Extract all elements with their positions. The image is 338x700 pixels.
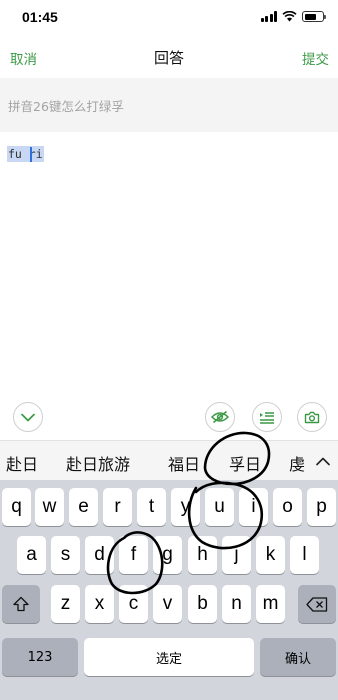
key-n[interactable]: n <box>222 585 251 623</box>
visibility-button[interactable] <box>205 402 235 432</box>
confirm-key[interactable]: 确认 <box>260 638 336 676</box>
key-b[interactable]: b <box>188 585 217 623</box>
key-t[interactable]: t <box>137 488 166 526</box>
space-key[interactable]: 选定 <box>84 638 254 676</box>
key-h[interactable]: h <box>188 536 217 574</box>
key-o[interactable]: o <box>273 488 302 526</box>
key-w[interactable]: w <box>35 488 64 526</box>
candidate-item[interactable]: 福日 <box>168 451 200 475</box>
key-a[interactable]: a <box>17 536 46 574</box>
status-time: 01:45 <box>22 9 58 25</box>
key-q[interactable]: q <box>2 488 31 526</box>
key-j[interactable]: j <box>222 536 251 574</box>
chevron-up-icon <box>316 457 330 465</box>
numbers-key[interactable]: 123 <box>2 638 78 676</box>
key-z[interactable]: z <box>51 585 80 623</box>
candidate-item[interactable]: 孚日 <box>229 451 261 475</box>
key-s[interactable]: s <box>51 536 80 574</box>
page-title: 回答 <box>153 49 184 67</box>
expand-candidates-button[interactable] <box>308 441 338 481</box>
key-p[interactable]: p <box>307 488 336 526</box>
key-k[interactable]: k <box>256 536 285 574</box>
candidate-item[interactable]: 赴日 <box>6 451 38 475</box>
key-f[interactable]: f <box>119 536 148 574</box>
signal-icon <box>260 11 277 22</box>
key-d[interactable]: d <box>85 536 114 574</box>
delete-key[interactable] <box>298 585 336 623</box>
key-l[interactable]: l <box>290 536 319 574</box>
key-i[interactable]: i <box>239 488 268 526</box>
battery-icon <box>302 11 326 22</box>
key-g[interactable]: g <box>153 536 182 574</box>
submit-button[interactable]: 提交 <box>302 48 329 68</box>
question-text: 拼音26键怎么打绿孚 <box>8 99 124 114</box>
candidate-item[interactable]: 赴日旅游 <box>66 451 130 475</box>
wifi-icon <box>282 11 297 22</box>
chevron-down-icon <box>21 413 35 421</box>
shift-key[interactable] <box>2 585 40 623</box>
key-c[interactable]: c <box>119 585 148 623</box>
keyboard: q w e r t y u i o p a s d f g h j k l z … <box>0 480 338 700</box>
answer-editor[interactable]: fu ri <box>0 132 338 394</box>
eye-icon <box>211 410 229 424</box>
text-caret <box>30 147 32 162</box>
camera-icon <box>304 411 320 423</box>
key-y[interactable]: y <box>171 488 200 526</box>
answer-marked-text: fu ri <box>7 146 44 162</box>
key-e[interactable]: e <box>69 488 98 526</box>
key-u[interactable]: u <box>205 488 234 526</box>
key-r[interactable]: r <box>103 488 132 526</box>
key-x[interactable]: x <box>85 585 114 623</box>
list-icon <box>260 411 274 424</box>
shift-icon <box>13 596 29 612</box>
key-m[interactable]: m <box>256 585 285 623</box>
collapse-keyboard-button[interactable] <box>13 402 43 432</box>
question-area: 拼音26键怎么打绿孚 <box>0 78 338 132</box>
candidate-item[interactable]: 虔 <box>289 451 305 475</box>
candidate-bar: 赴日 赴日旅游 福日 孚日 虔 <box>0 440 338 481</box>
key-v[interactable]: v <box>153 585 182 623</box>
nav-bar: 取消 回答 提交 <box>0 36 338 78</box>
status-bar: 01:45 <box>0 0 338 36</box>
status-icons <box>260 11 326 22</box>
editor-toolbar <box>0 394 338 440</box>
camera-button[interactable] <box>297 402 327 432</box>
format-list-button[interactable] <box>252 402 282 432</box>
backspace-icon <box>306 596 328 612</box>
